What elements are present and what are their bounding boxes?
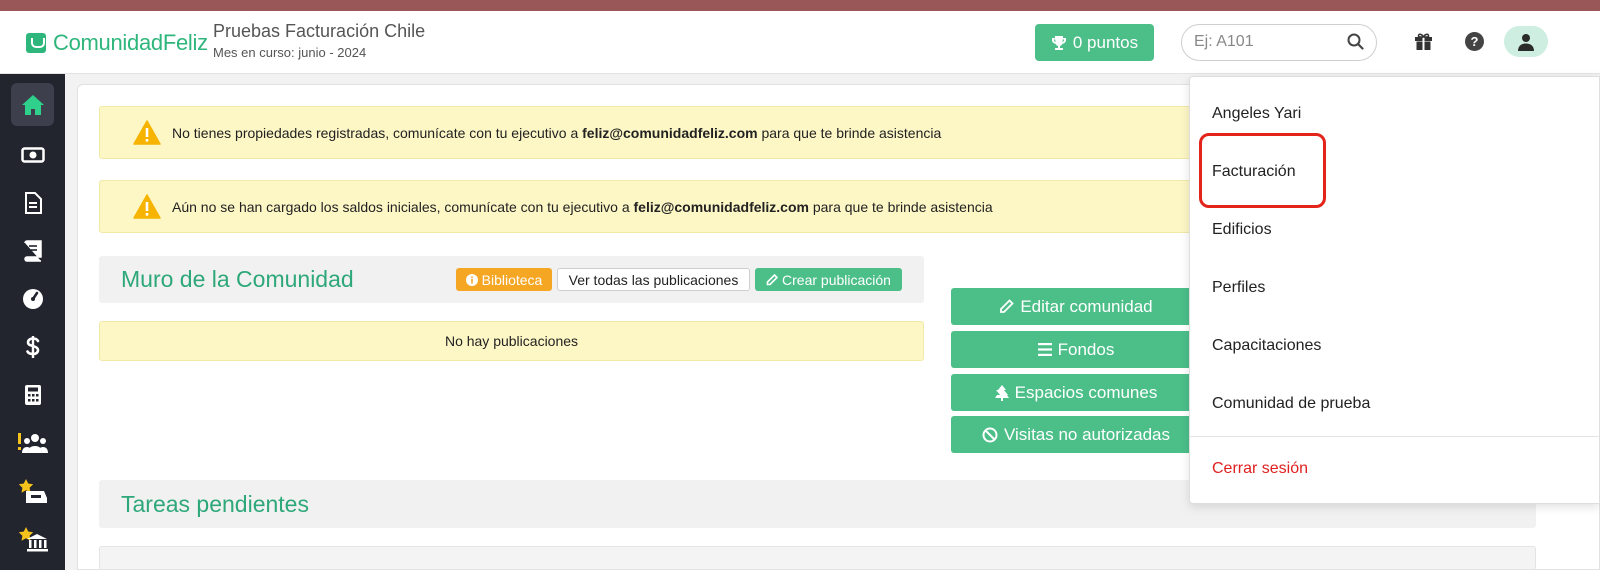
alert-email: feliz@comunidadfeliz.com <box>582 124 758 141</box>
menu-item-buildings[interactable]: Edificios <box>1212 221 1272 239</box>
library-button[interactable]: Biblioteca <box>456 268 552 291</box>
sidebar-item-residents[interactable] <box>11 421 54 464</box>
community-info: Pruebas Facturación Chile Mes en curso: … <box>213 21 425 60</box>
people-alert-icon <box>17 432 48 453</box>
community-name: Pruebas Facturación Chile <box>213 21 426 41</box>
sidebar <box>0 74 65 570</box>
community-wall-title: Muro de la Comunidad <box>121 266 354 292</box>
gauge-icon <box>22 288 43 309</box>
pencil-icon <box>766 273 779 285</box>
search-box <box>1181 24 1377 61</box>
sidebar-item-gauge[interactable] <box>11 277 54 320</box>
user-menu-button[interactable] <box>1504 26 1548 57</box>
sidebar-item-book[interactable] <box>11 229 54 272</box>
points-button[interactable]: 0 puntos <box>1035 24 1154 61</box>
search-icon[interactable] <box>1347 33 1364 50</box>
warning-icon <box>133 194 161 219</box>
sidebar-item-dollar[interactable] <box>11 325 54 368</box>
pending-tasks-panel <box>99 546 1536 570</box>
info-icon <box>465 273 478 286</box>
sidebar-item-home[interactable] <box>11 83 54 126</box>
logo-text: ComunidadFeliz <box>53 30 208 55</box>
tree-icon <box>994 384 1009 401</box>
edit-community-button[interactable]: Editar comunidad <box>951 288 1201 325</box>
highlight-box <box>1199 133 1326 208</box>
calculator-icon <box>24 384 41 405</box>
sidebar-item-documents[interactable] <box>11 181 54 224</box>
money-icon <box>20 146 45 163</box>
no-posts-message: No hay publicaciones <box>99 321 924 361</box>
list-icon <box>1037 343 1052 356</box>
browser-tab-strip <box>0 0 1600 11</box>
book-icon <box>23 239 42 262</box>
alert-text: No tienes propiedades registradas, comun… <box>172 124 942 141</box>
warning-icon <box>133 120 161 145</box>
dollar-icon <box>25 335 39 358</box>
menu-divider <box>1190 436 1600 437</box>
document-icon <box>24 191 42 214</box>
help-icon[interactable]: ? <box>1465 32 1484 51</box>
star-inbox-icon <box>18 478 47 503</box>
points-label: 0 puntos <box>1072 32 1139 52</box>
user-icon <box>1518 33 1534 51</box>
sidebar-item-star-bank[interactable] <box>11 517 54 560</box>
user-name[interactable]: Angeles Yari <box>1212 105 1301 123</box>
funds-button[interactable]: Fondos <box>951 331 1201 368</box>
alert-text: Aún no se han cargado los saldos inicial… <box>172 198 993 215</box>
pencil-icon <box>1000 299 1015 313</box>
current-period: Mes en curso: junio - 2024 <box>213 45 367 60</box>
menu-item-test-community[interactable]: Comunidad de prueba <box>1212 395 1370 413</box>
common-spaces-button[interactable]: Espacios comunes <box>951 374 1201 411</box>
menu-item-logout[interactable]: Cerrar sesión <box>1212 460 1308 478</box>
see-all-posts-button[interactable]: Ver todas las publicaciones <box>557 268 750 291</box>
alert-no-properties: No tienes propiedades registradas, comun… <box>99 106 1299 159</box>
search-input[interactable] <box>1194 33 1344 51</box>
logo-mark-icon <box>26 33 46 53</box>
sidebar-item-calculator[interactable] <box>11 373 54 416</box>
sidebar-item-money[interactable] <box>11 133 54 176</box>
sidebar-item-star-inbox[interactable] <box>11 469 54 512</box>
pending-tasks-title: Tareas pendientes <box>121 491 309 517</box>
create-post-button[interactable]: Crear publicación <box>755 268 902 291</box>
ban-icon <box>982 427 998 442</box>
menu-item-profiles[interactable]: Perfiles <box>1212 279 1265 297</box>
home-icon <box>21 94 44 115</box>
menu-item-trainings[interactable]: Capacitaciones <box>1212 337 1321 355</box>
alert-email: feliz@comunidadfeliz.com <box>633 198 809 215</box>
logo[interactable]: ComunidadFeliz <box>26 30 208 56</box>
gift-icon[interactable] <box>1414 32 1433 51</box>
alert-initial-balances: Aún no se han cargado los saldos inicial… <box>99 180 1299 233</box>
star-bank-icon <box>18 526 48 551</box>
trophy-icon <box>1051 35 1066 50</box>
unauthorized-visits-button[interactable]: Visitas no autorizadas <box>951 416 1201 453</box>
top-navbar: ComunidadFeliz Pruebas Facturación Chile… <box>0 11 1600 74</box>
